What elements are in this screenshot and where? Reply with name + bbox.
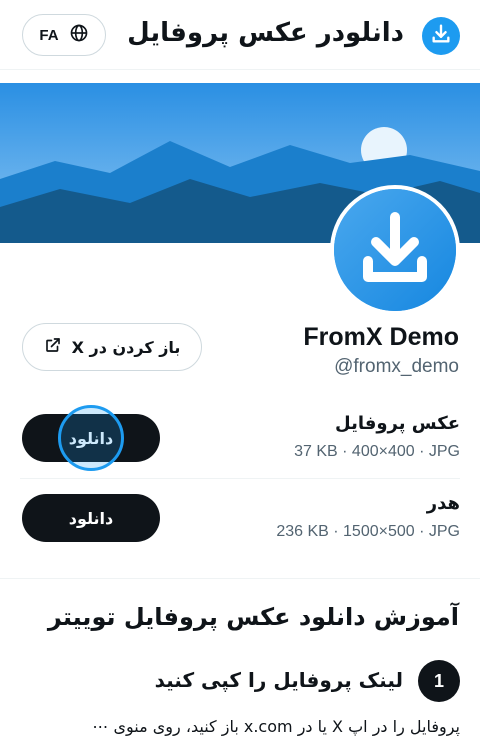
globe-icon xyxy=(69,23,89,47)
row-divider xyxy=(20,478,460,479)
step-body: پروفایل را در اپ X یا در x.com باز کنید،… xyxy=(92,717,460,736)
section-divider xyxy=(0,578,480,579)
open-in-x-label: باز کردن در X xyxy=(71,337,181,357)
language-label: FA xyxy=(39,26,59,44)
download-item-meta: 37 KB · 400×400 · JPG xyxy=(294,443,460,460)
download-row-header: هدر 236 KB · 1500×500 · JPG دانلود xyxy=(20,485,460,555)
app-title: دانلودر عکس پروفایل xyxy=(127,18,404,48)
download-item-title: عکس پروفایل xyxy=(335,413,460,434)
open-in-x-button[interactable]: باز کردن در X xyxy=(22,323,202,371)
app-logo xyxy=(422,17,460,55)
profile-avatar xyxy=(330,185,460,315)
external-link-icon xyxy=(44,336,62,358)
download-row-avatar: عکس پروفایل 37 KB · 400×400 · JPG دانلود xyxy=(20,405,460,475)
language-button[interactable]: FA xyxy=(22,14,106,56)
app-header: FA دانلودر عکس پروفایل xyxy=(0,0,480,70)
download-icon xyxy=(430,23,452,49)
download-header-button[interactable]: دانلود xyxy=(22,494,160,542)
profile-name: FromX Demo xyxy=(303,323,459,351)
profile-handle: @fromx_demo xyxy=(334,356,459,377)
step-title: لینک پروفایل را کپی کنید xyxy=(154,668,403,692)
download-item-title: هدر xyxy=(426,493,460,514)
step-number-badge: 1 xyxy=(418,660,460,702)
tutorial-title: آموزش دانلود عکس پروفایل توییتر xyxy=(47,603,459,631)
download-item-meta: 236 KB · 1500×500 · JPG xyxy=(276,523,460,540)
download-avatar-button[interactable]: دانلود xyxy=(22,414,160,462)
